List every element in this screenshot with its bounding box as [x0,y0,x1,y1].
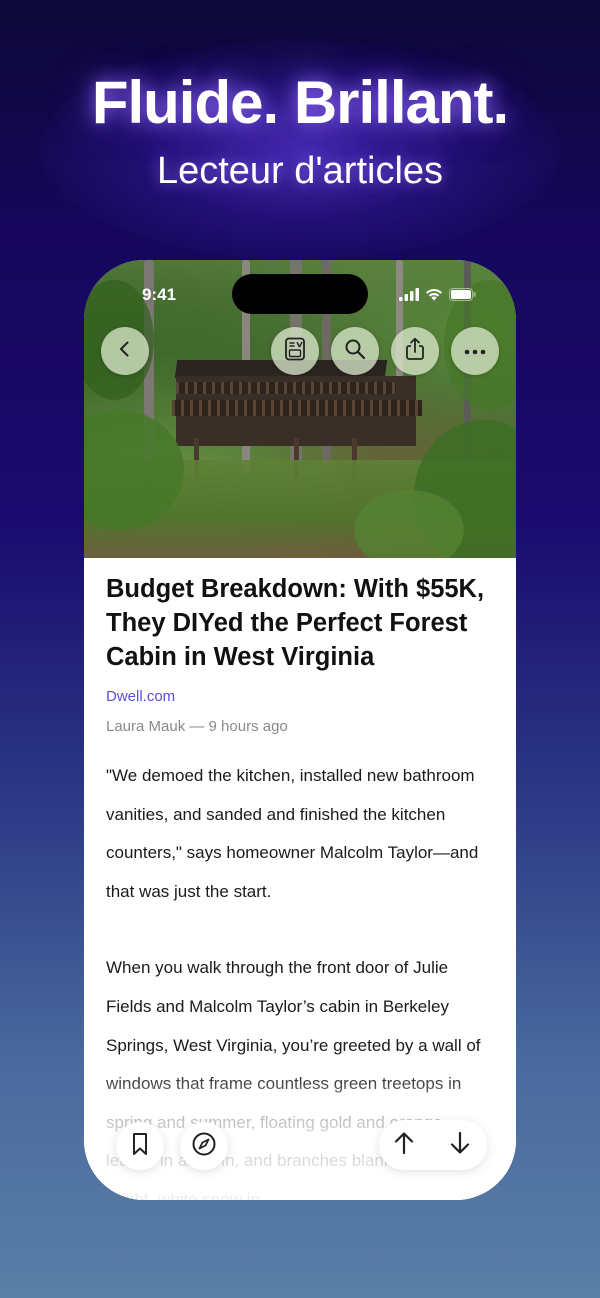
more-icon [464,342,486,360]
dynamic-island [232,274,368,314]
article-title: Budget Breakdown: With $55K, They DIYed … [106,575,485,671]
more-button[interactable] [451,327,499,375]
reader-mode-icon [284,337,306,366]
article-paragraph: "We demoed the kitchen, installed new ba… [106,766,479,901]
phone-screen: 9:41 Budget Breakdown: With $55K, They D… [84,260,516,1200]
back-button[interactable] [101,327,149,375]
next-article-button[interactable] [436,1121,484,1169]
back-icon [115,339,135,364]
share-button[interactable] [391,327,439,375]
promo-headline: Fluide. Brillant. [91,69,509,136]
reader-mode-button[interactable] [271,327,319,375]
search-button[interactable] [331,327,379,375]
article-byline: Laura Mauk — 9 hours ago [106,718,288,735]
signal-icon [399,288,419,306]
article-source-link[interactable]: Dwell.com [106,688,494,705]
wifi-icon [425,288,443,306]
previous-article-button[interactable] [380,1121,428,1169]
search-icon [344,338,366,365]
compass-button[interactable] [180,1122,228,1170]
bookmark-button[interactable] [116,1122,164,1170]
compass-icon [191,1131,217,1162]
share-icon [404,337,426,366]
arrow-up-icon [393,1131,415,1160]
bookmark-icon [131,1132,149,1161]
battery-icon [449,288,476,306]
promo-subheadline: Lecteur d'articles [156,150,444,192]
status-time: 9:41 [142,285,177,304]
arrow-down-icon [449,1131,471,1160]
